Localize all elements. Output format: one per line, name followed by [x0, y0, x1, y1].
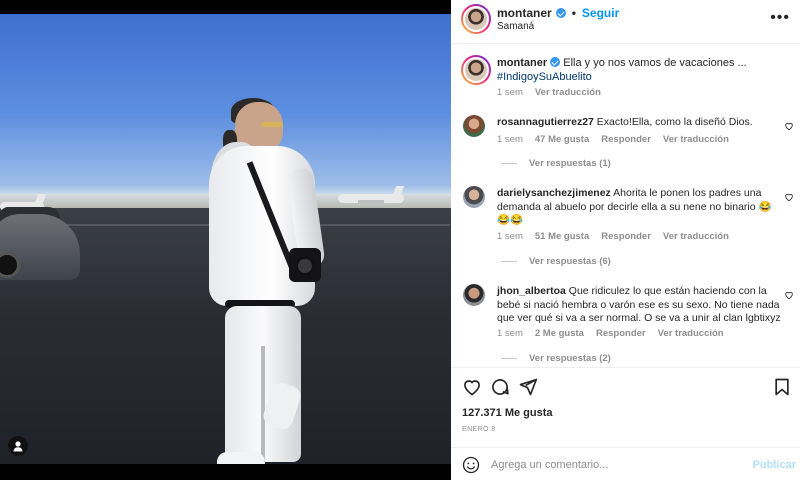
caption-body: Ella y yo nos vamos de vacaciones ...	[563, 57, 747, 69]
caption-text: montaner Ella y yo nos vamos de vacacion…	[497, 56, 792, 84]
comment-meta: 1 sem 2 Me gusta Responder Ver traducció…	[497, 328, 724, 339]
author-username[interactable]: montaner	[497, 6, 552, 20]
emoji-icon[interactable]	[462, 456, 480, 474]
separator-dot: •	[571, 6, 576, 20]
comment-composer: Publicar	[451, 447, 800, 480]
view-replies-label: Ver respuestas (6)	[529, 256, 611, 267]
verified-icon	[550, 57, 561, 67]
heart-icon[interactable]	[784, 121, 794, 131]
replies-divider	[501, 163, 517, 164]
comment-likes[interactable]: 2 Me gusta	[535, 328, 584, 339]
comment-text: jhon_albertoa Que ridiculez lo que están…	[497, 285, 782, 326]
comment-icon[interactable]	[490, 377, 510, 397]
translate-button[interactable]: Ver traducción	[663, 231, 729, 242]
comment-text: darielysanchezjimenez Ahorita le ponen l…	[497, 187, 782, 228]
post-header: montaner • Seguir Samaná •••	[451, 0, 800, 44]
post-location[interactable]: Samaná	[497, 21, 534, 32]
follow-button[interactable]: Seguir	[582, 6, 619, 20]
commenter-avatar[interactable]	[463, 284, 485, 306]
comment-username[interactable]: rosannagutierrez27	[497, 116, 594, 128]
author-line: montaner • Seguir	[497, 6, 619, 20]
view-replies-label: Ver respuestas (2)	[529, 353, 611, 364]
commenter-avatar[interactable]	[463, 115, 485, 137]
reply-button[interactable]: Responder	[601, 231, 651, 242]
bookmark-icon[interactable]	[772, 377, 792, 397]
user-tag-button[interactable]	[8, 436, 28, 456]
post-photo[interactable]	[0, 14, 451, 464]
heart-icon[interactable]	[784, 192, 794, 202]
more-horizontal-icon[interactable]: •••	[770, 10, 790, 26]
view-replies-button[interactable]: Ver respuestas (1)	[501, 158, 611, 169]
caption-username[interactable]: montaner	[497, 57, 547, 69]
reply-button[interactable]: Responder	[596, 328, 646, 339]
commenter-avatar[interactable]	[463, 186, 485, 208]
comment-time[interactable]: 1 sem	[497, 328, 523, 339]
comment-meta: 1 sem 51 Me gusta Responder Ver traducci…	[497, 231, 729, 242]
comment-likes[interactable]: 51 Me gusta	[535, 231, 589, 242]
comment-time[interactable]: 1 sem	[497, 231, 523, 242]
comment-username[interactable]: darielysanchezjimenez	[497, 187, 611, 199]
caption-time[interactable]: 1 sem	[497, 87, 523, 98]
comment-body: Exacto!Ella, como la diseñó Dios.	[596, 116, 753, 128]
post-media	[0, 0, 451, 480]
man-walking	[205, 98, 326, 464]
reply-button[interactable]: Responder	[601, 134, 651, 145]
comment-likes[interactable]: 47 Me gusta	[535, 134, 589, 145]
airplane-right	[338, 186, 414, 208]
author-avatar[interactable]	[461, 4, 491, 34]
comment-username[interactable]: jhon_albertoa	[497, 285, 566, 297]
replies-divider	[501, 358, 517, 359]
replies-divider	[501, 261, 517, 262]
verified-icon	[555, 8, 566, 18]
share-icon[interactable]	[518, 377, 538, 397]
likes-count[interactable]: 127.371 Me gusta	[462, 407, 553, 419]
post-side-panel: montaner • Seguir Samaná ••• montaner El…	[451, 0, 800, 480]
instagram-post-window: montaner • Seguir Samaná ••• montaner El…	[0, 0, 800, 480]
translate-button[interactable]: Ver traducción	[658, 328, 724, 339]
heart-icon[interactable]	[784, 290, 794, 300]
comment-time[interactable]: 1 sem	[497, 134, 523, 145]
post-date[interactable]: ENERO 8	[462, 426, 496, 433]
publish-button[interactable]: Publicar	[753, 459, 796, 471]
comment-meta: 1 sem 47 Me gusta Responder Ver traducci…	[497, 134, 729, 145]
translate-button[interactable]: Ver traducción	[663, 134, 729, 145]
view-replies-button[interactable]: Ver respuestas (6)	[501, 256, 611, 267]
view-replies-button[interactable]: Ver respuestas (2)	[501, 353, 611, 364]
comment-text: rosannagutierrez27 Exacto!Ella, como la …	[497, 116, 782, 130]
heart-icon[interactable]	[462, 377, 482, 397]
caption-meta: 1 sem Ver traducción	[497, 87, 601, 98]
view-replies-label: Ver respuestas (1)	[529, 158, 611, 169]
comment-input[interactable]	[491, 455, 741, 475]
caption-avatar[interactable]	[461, 55, 491, 85]
caption-translate-button[interactable]: Ver traducción	[535, 87, 601, 98]
caption-hashtag[interactable]: #IndigoySuAbuelito	[497, 71, 592, 83]
